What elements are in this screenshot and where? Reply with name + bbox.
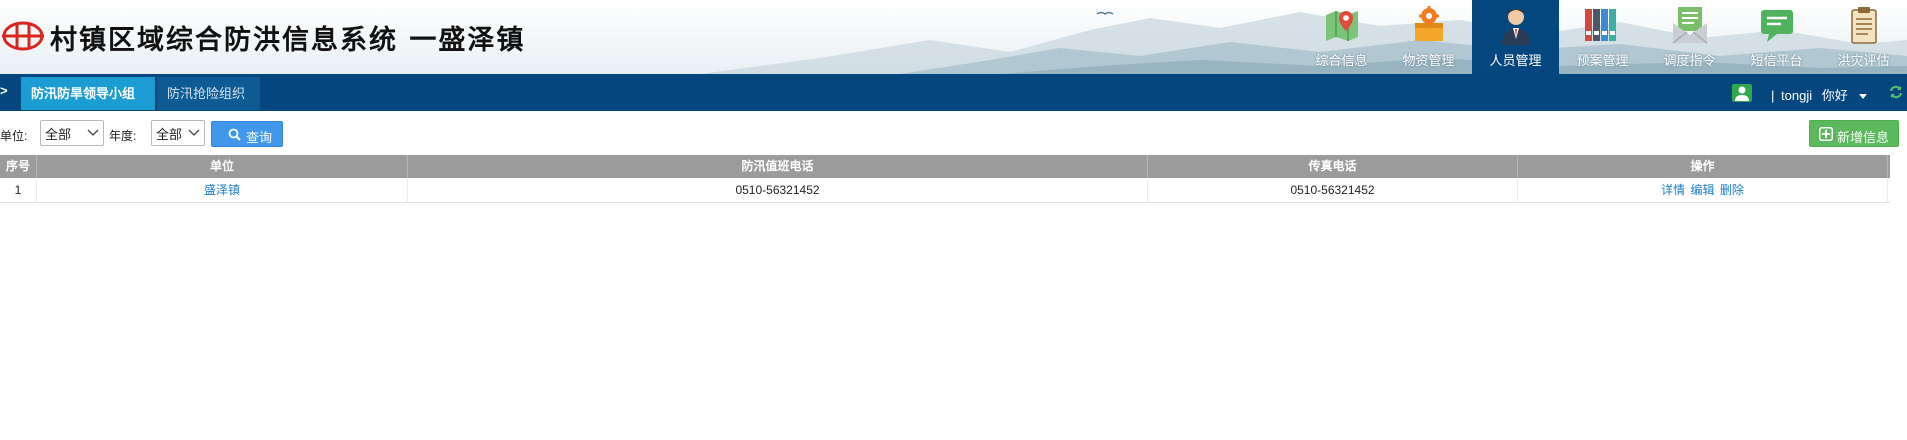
unit-link[interactable]: 盛泽镇 <box>204 183 240 197</box>
query-button-label: 查询 <box>246 130 273 145</box>
cell-fax: 0510-56321452 <box>1148 178 1518 203</box>
nav-plans[interactable]: 预案管理 <box>1559 0 1646 74</box>
app-header: 村镇区域综合防洪信息系统 一盛泽镇 综合信息 物资管理 人员管理 预案管理 调度… <box>0 0 1907 74</box>
nav-label: 调度指令 <box>1663 53 1716 68</box>
envelope-icon <box>1672 7 1708 44</box>
nav-label: 综合信息 <box>1315 53 1368 68</box>
refresh-icon[interactable] <box>1888 84 1904 100</box>
query-button[interactable]: 查询 <box>211 121 283 147</box>
table-header: 序号 单位 防汛值班电话 传真电话 操作 <box>0 155 1890 178</box>
search-icon <box>228 128 241 141</box>
logo-icon <box>2 21 44 51</box>
chevron-down-icon <box>87 129 99 136</box>
collapse-arrow-icon[interactable]: > <box>0 83 12 98</box>
year-select[interactable]: 全部 <box>151 120 205 146</box>
cell-duty-phone: 0510-56321452 <box>408 178 1148 203</box>
unit-select[interactable]: 全部 <box>40 120 104 146</box>
user-name: tongji <box>1781 88 1813 103</box>
chat-bubble-icon <box>1761 10 1793 42</box>
user-avatar-icon[interactable] <box>1732 84 1752 102</box>
tab-flood-rescue-organization[interactable]: 防汛抢险组织 <box>156 77 260 110</box>
detail-link[interactable]: 详情 <box>1661 183 1685 197</box>
clipboard-icon <box>1851 7 1877 44</box>
cell-index: 1 <box>0 178 37 203</box>
column-header-unit: 单位 <box>37 155 408 178</box>
filter-bar: 单位: 全部 年度: 全部 查询 新增信息 <box>0 111 1907 155</box>
nav-label: 洪灾评估 <box>1837 53 1890 68</box>
year-filter-label: 年度: <box>109 129 137 143</box>
person-icon <box>1502 9 1530 45</box>
year-select-value: 全部 <box>156 127 183 142</box>
cell-actions: 详情 编辑 删除 <box>1518 178 1888 203</box>
package-gear-icon <box>1415 6 1443 41</box>
table-row: 1 盛泽镇 0510-56321452 0510-56321452 详情 编辑 … <box>0 178 1890 203</box>
caret-down-icon <box>1859 94 1868 100</box>
nav-dispatch[interactable]: 调度指令 <box>1646 0 1733 74</box>
map-pin-icon <box>1326 11 1358 41</box>
nav-sms-platform[interactable]: 短信平台 <box>1733 0 1820 74</box>
column-header-actions: 操作 <box>1518 155 1888 178</box>
nav-personnel[interactable]: 人员管理 <box>1472 0 1559 74</box>
chevron-down-icon <box>188 129 200 136</box>
nav-materials[interactable]: 物资管理 <box>1385 0 1472 74</box>
cell-unit: 盛泽镇 <box>37 178 408 203</box>
tab-bar: > 防汛防旱领导小组 防汛抢险组织 | tongji 你好 <box>0 74 1907 111</box>
nav-comprehensive-info[interactable]: 综合信息 <box>1298 0 1385 74</box>
edit-link[interactable]: 编辑 <box>1690 183 1714 197</box>
system-title: 村镇区域综合防洪信息系统 一盛泽镇 <box>50 25 526 56</box>
nav-label: 短信平台 <box>1750 53 1803 68</box>
unit-select-value: 全部 <box>45 127 72 142</box>
delete-link[interactable]: 删除 <box>1720 183 1744 197</box>
nav-flood-assessment[interactable]: 洪灾评估 <box>1820 0 1907 74</box>
column-header-duty-phone: 防汛值班电话 <box>408 155 1148 178</box>
add-button-label: 新增信息 <box>1837 130 1890 145</box>
plus-icon <box>1819 127 1833 141</box>
add-info-button[interactable]: 新增信息 <box>1809 120 1899 147</box>
top-navigation: 综合信息 物资管理 人员管理 预案管理 调度指令 短信平台 洪灾评估 <box>1298 0 1907 74</box>
nav-label: 预案管理 <box>1576 53 1629 68</box>
unit-filter-label: 单位: <box>0 129 28 143</box>
nav-label: 物资管理 <box>1402 53 1455 68</box>
nav-label: 人员管理 <box>1489 53 1542 68</box>
user-separator: | <box>1771 88 1775 103</box>
column-header-fax: 传真电话 <box>1148 155 1518 178</box>
tab-flood-leadership-group[interactable]: 防汛防旱领导小组 <box>21 77 155 110</box>
user-greeting: 你好 <box>1821 88 1848 103</box>
binders-icon <box>1585 9 1616 41</box>
user-menu[interactable]: | tongji 你好 <box>1771 85 1868 104</box>
column-header-index: 序号 <box>0 155 37 178</box>
